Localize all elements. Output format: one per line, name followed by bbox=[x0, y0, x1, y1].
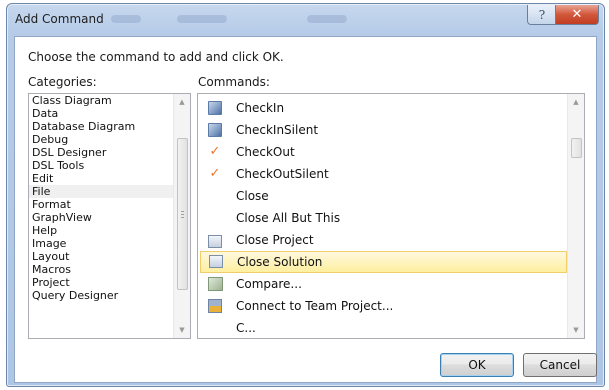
categories-list[interactable]: Class Diagram Data Database Diagram Debug DS… bbox=[28, 93, 191, 339]
command-item[interactable]: CheckIn bbox=[198, 97, 584, 119]
command-label: CheckOutSilent bbox=[236, 167, 329, 181]
commands-items: CheckIn CheckInSilent ✓ CheckOut ✓ CheckOutSi… bbox=[198, 94, 584, 338]
scrollbar-thumb[interactable] bbox=[177, 138, 188, 290]
compare-icon bbox=[208, 277, 223, 291]
close-button[interactable]: ✕ bbox=[555, 5, 599, 25]
command-label: Connect to Team Project... bbox=[236, 299, 394, 313]
add-command-dialog: Add Command ? ✕ Choose the command to ad… bbox=[6, 3, 605, 387]
category-item[interactable]: DSL Tools bbox=[29, 159, 190, 172]
command-item[interactable]: C... bbox=[198, 317, 584, 338]
category-item[interactable]: File bbox=[29, 185, 190, 198]
category-item[interactable]: Class Diagram bbox=[29, 94, 190, 107]
command-label: Compare... bbox=[236, 277, 302, 291]
command-item[interactable]: Connect to Team Project... bbox=[198, 295, 584, 317]
scroll-down-arrow-icon[interactable]: ▼ bbox=[568, 322, 584, 338]
categories-items: Class Diagram Data Database Diagram Debug DS… bbox=[29, 94, 190, 302]
help-icon: ? bbox=[538, 7, 546, 22]
close-icon: ✕ bbox=[571, 7, 583, 22]
grip-line bbox=[181, 217, 184, 218]
command-item[interactable]: Close Solution bbox=[200, 251, 567, 273]
solution-icon bbox=[208, 235, 222, 248]
title-bar-reflection bbox=[111, 15, 141, 23]
checkmark-icon: ✓ bbox=[209, 166, 221, 181]
category-item[interactable]: GraphView bbox=[29, 211, 190, 224]
scrollbar-thumb[interactable] bbox=[571, 138, 582, 158]
command-item[interactable]: Compare... bbox=[198, 273, 584, 295]
command-item[interactable]: Close bbox=[198, 185, 584, 207]
checkmark-icon: ✓ bbox=[209, 144, 221, 159]
categories-scrollbar[interactable]: ▲ ▼ bbox=[173, 94, 190, 338]
command-item[interactable]: CheckInSilent bbox=[198, 119, 584, 141]
category-item[interactable]: Macros bbox=[29, 263, 190, 276]
ok-button[interactable]: OK bbox=[440, 353, 514, 377]
scroll-up-arrow-icon[interactable]: ▲ bbox=[568, 94, 584, 110]
checkin-icon bbox=[208, 101, 222, 115]
grip-line bbox=[181, 214, 184, 215]
command-label: Close Project bbox=[236, 233, 314, 247]
category-item[interactable]: Project bbox=[29, 276, 190, 289]
title-bar-reflection bbox=[307, 15, 347, 23]
command-item[interactable]: ✓ CheckOut bbox=[198, 141, 584, 163]
solution-icon bbox=[209, 255, 223, 268]
instruction-text: Choose the command to add and click OK. bbox=[28, 50, 284, 64]
category-item[interactable]: Image bbox=[29, 237, 190, 250]
category-item[interactable]: Layout bbox=[29, 250, 190, 263]
command-item[interactable]: Close All But This bbox=[198, 207, 584, 229]
category-item[interactable]: Help bbox=[29, 224, 190, 237]
checkin-icon bbox=[208, 123, 222, 137]
command-label: CheckInSilent bbox=[236, 123, 319, 137]
category-item[interactable]: DSL Designer bbox=[29, 146, 190, 159]
command-label: Close bbox=[236, 189, 269, 203]
command-item[interactable]: Close Project bbox=[198, 229, 584, 251]
title-bar-reflection bbox=[177, 15, 227, 23]
title-bar[interactable]: Add Command ? ✕ bbox=[7, 4, 604, 34]
commands-label: Commands: bbox=[198, 75, 270, 89]
scroll-down-arrow-icon[interactable]: ▼ bbox=[174, 322, 190, 338]
category-item[interactable]: Debug bbox=[29, 133, 190, 146]
help-button[interactable]: ? bbox=[527, 5, 557, 25]
cancel-button[interactable]: Cancel bbox=[523, 353, 597, 377]
window-title: Add Command bbox=[15, 12, 104, 26]
command-label: Close All But This bbox=[236, 211, 341, 225]
command-item[interactable]: ✓ CheckOutSilent bbox=[198, 163, 584, 185]
dialog-body: Choose the command to add and click OK. … bbox=[14, 36, 597, 383]
scroll-up-arrow-icon[interactable]: ▲ bbox=[174, 94, 190, 110]
grip-line bbox=[181, 211, 184, 212]
command-label: CheckOut bbox=[236, 145, 295, 159]
commands-scrollbar[interactable]: ▲ ▼ bbox=[567, 94, 584, 338]
command-label: CheckIn bbox=[236, 101, 285, 115]
category-item[interactable]: Query Designer bbox=[29, 289, 190, 302]
category-item[interactable]: Edit bbox=[29, 172, 190, 185]
command-label: C... bbox=[236, 321, 256, 335]
category-item[interactable]: Format bbox=[29, 198, 190, 211]
commands-list[interactable]: CheckIn CheckInSilent ✓ CheckOut ✓ CheckOutSi… bbox=[197, 93, 585, 339]
categories-label: Categories: bbox=[28, 75, 97, 89]
category-item[interactable]: Database Diagram bbox=[29, 120, 190, 133]
category-item[interactable]: Data bbox=[29, 107, 190, 120]
command-label: Close Solution bbox=[237, 255, 323, 269]
team-project-icon bbox=[208, 299, 222, 313]
